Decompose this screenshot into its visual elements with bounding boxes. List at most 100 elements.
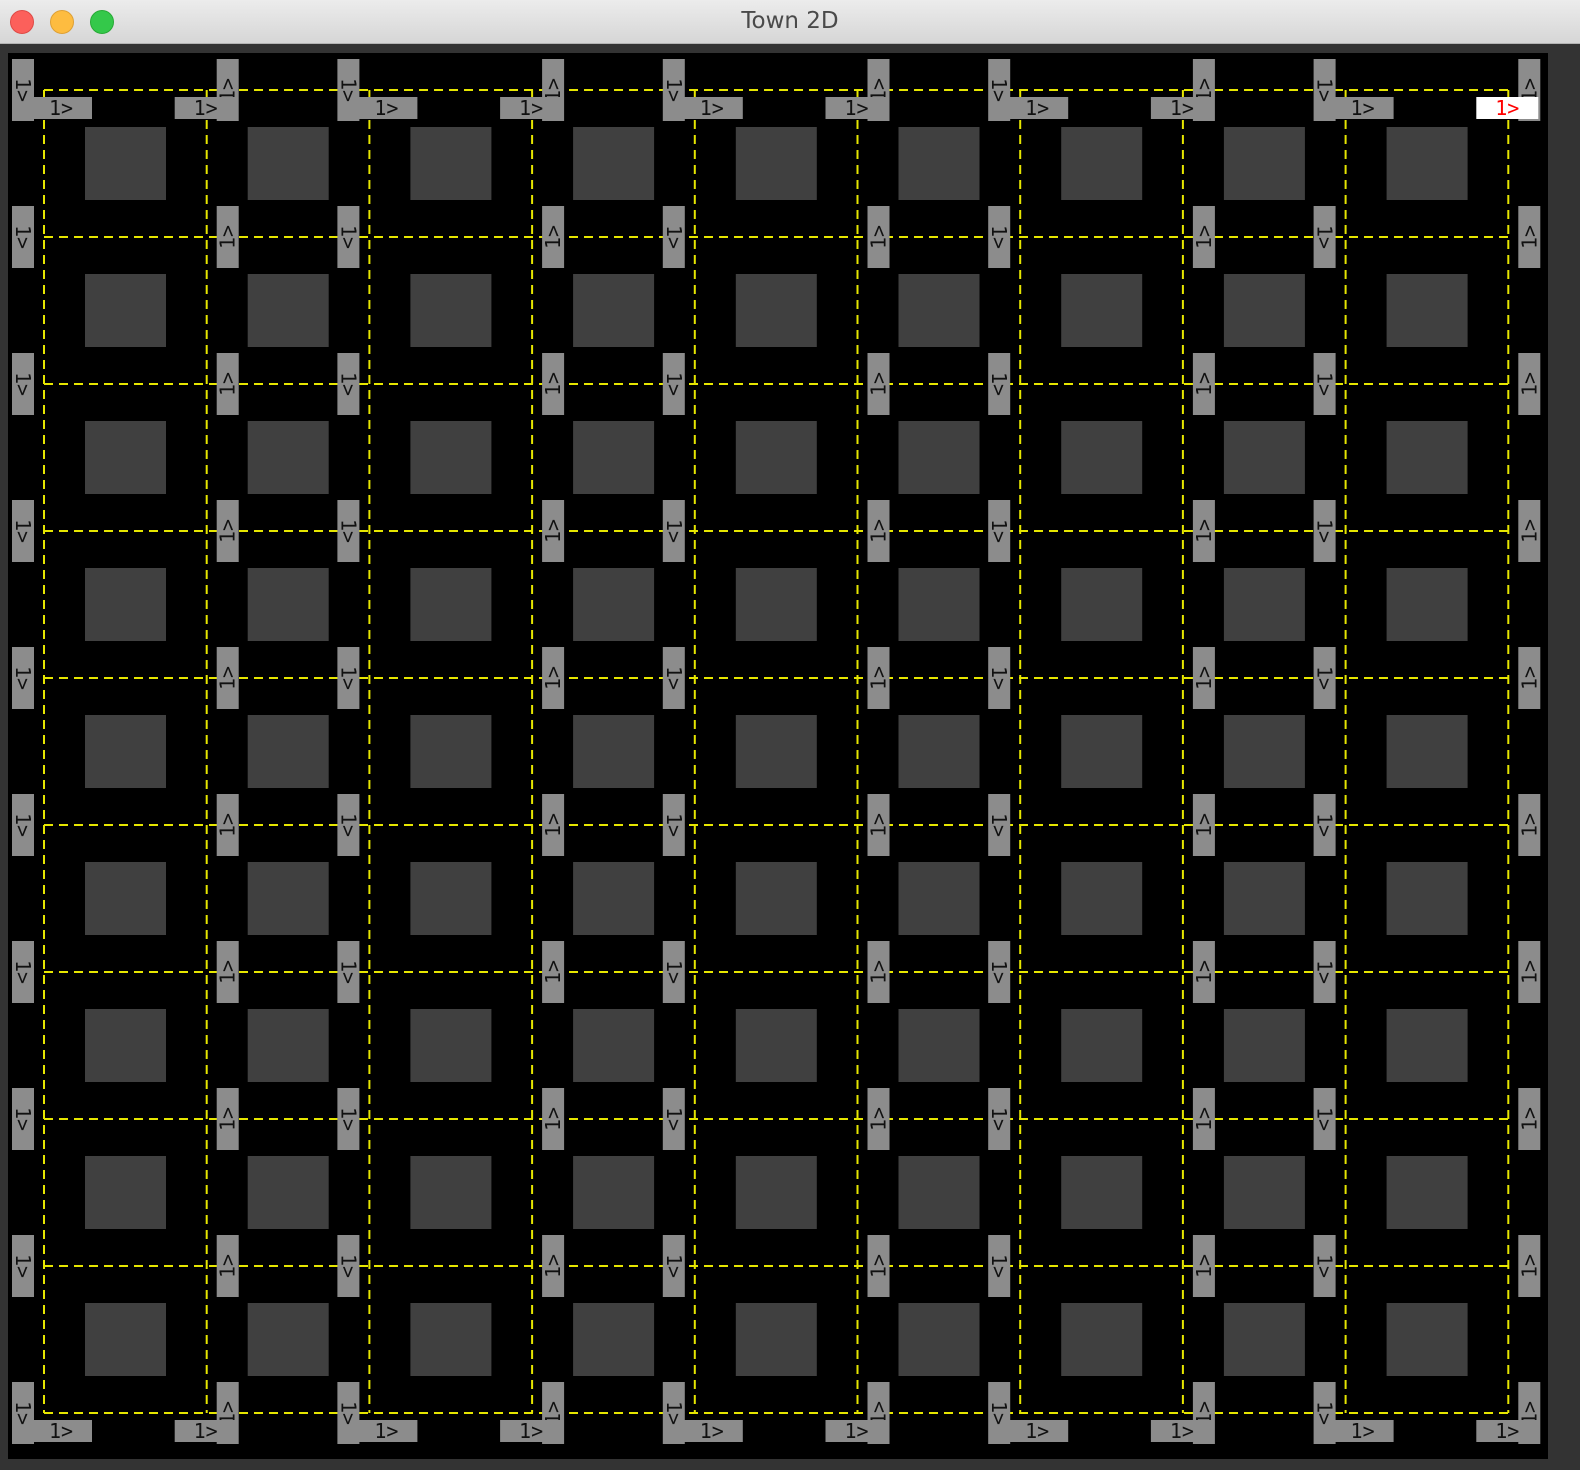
traffic-sign-bottom-8[interactable]: 1> <box>1150 1419 1213 1443</box>
traffic-sign-v-10-7[interactable]: 1> <box>1517 941 1541 1003</box>
traffic-sign-v-4-6[interactable]: 1> <box>541 794 565 856</box>
traffic-sign-v-1-4[interactable]: 1> <box>11 500 35 562</box>
traffic-sign-v-1-5[interactable]: 1> <box>11 647 35 709</box>
traffic-sign-v-10-6[interactable]: 1> <box>1517 794 1541 856</box>
traffic-sign-v-8-2[interactable]: 1> <box>1192 206 1216 268</box>
traffic-sign-top-3[interactable]: 1> <box>355 96 418 120</box>
traffic-sign-bottom-2[interactable]: 1> <box>174 1419 237 1443</box>
traffic-sign-v-8-6[interactable]: 1> <box>1192 794 1216 856</box>
traffic-sign-v-3-9[interactable]: 1> <box>336 1235 360 1297</box>
traffic-sign-v-3-3[interactable]: 1> <box>336 353 360 415</box>
traffic-sign-v-4-9[interactable]: 1> <box>541 1235 565 1297</box>
traffic-sign-v-9-5[interactable]: 1> <box>1313 647 1337 709</box>
traffic-sign-v-5-6[interactable]: 1> <box>662 794 686 856</box>
traffic-sign-v-5-8[interactable]: 1> <box>662 1088 686 1150</box>
traffic-sign-v-4-8[interactable]: 1> <box>541 1088 565 1150</box>
traffic-sign-v-10-9[interactable]: 1> <box>1517 1235 1541 1297</box>
traffic-sign-v-1-8[interactable]: 1> <box>11 1088 35 1150</box>
traffic-sign-top-1[interactable]: 1> <box>30 96 92 120</box>
traffic-sign-v-5-3[interactable]: 1> <box>662 353 686 415</box>
traffic-sign-v-3-2[interactable]: 1> <box>336 206 360 268</box>
traffic-sign-v-8-4[interactable]: 1> <box>1192 500 1216 562</box>
traffic-sign-v-6-6[interactable]: 1> <box>867 794 891 856</box>
traffic-sign-v-5-4[interactable]: 1> <box>662 500 686 562</box>
traffic-sign-v-6-7[interactable]: 1> <box>867 941 891 1003</box>
traffic-sign-v-9-4[interactable]: 1> <box>1313 500 1337 562</box>
traffic-sign-v-4-3[interactable]: 1> <box>541 353 565 415</box>
traffic-sign-v-2-6[interactable]: 1> <box>216 794 240 856</box>
traffic-sign-v-10-3[interactable]: 1> <box>1517 353 1541 415</box>
traffic-sign-v-3-8[interactable]: 1> <box>336 1088 360 1150</box>
traffic-sign-v-6-9[interactable]: 1> <box>867 1235 891 1297</box>
traffic-sign-v-6-2[interactable]: 1> <box>867 206 891 268</box>
traffic-sign-v-6-3[interactable]: 1> <box>867 353 891 415</box>
traffic-sign-v-7-6[interactable]: 1> <box>987 794 1011 856</box>
traffic-sign-bottom-5[interactable]: 1> <box>680 1419 743 1443</box>
traffic-sign-v-10-4[interactable]: 1> <box>1517 500 1541 562</box>
traffic-sign-v-3-7[interactable]: 1> <box>336 941 360 1003</box>
traffic-sign-bottom-7[interactable]: 1> <box>1006 1419 1069 1443</box>
traffic-sign-top-8[interactable]: 1> <box>1150 96 1213 120</box>
traffic-sign-v-4-7[interactable]: 1> <box>541 941 565 1003</box>
traffic-sign-v-6-5[interactable]: 1> <box>867 647 891 709</box>
traffic-sign-v-2-4[interactable]: 1> <box>216 500 240 562</box>
traffic-sign-v-8-8[interactable]: 1> <box>1192 1088 1216 1150</box>
traffic-sign-v-8-5[interactable]: 1> <box>1192 647 1216 709</box>
traffic-sign-v-3-5[interactable]: 1> <box>336 647 360 709</box>
traffic-sign-v-7-7[interactable]: 1> <box>987 941 1011 1003</box>
traffic-sign-v-8-9[interactable]: 1> <box>1192 1235 1216 1297</box>
traffic-sign-v-5-9[interactable]: 1> <box>662 1235 686 1297</box>
traffic-sign-v-2-2[interactable]: 1> <box>216 206 240 268</box>
traffic-sign-v-2-7[interactable]: 1> <box>216 941 240 1003</box>
traffic-sign-bottom-9[interactable]: 1> <box>1331 1419 1394 1443</box>
traffic-sign-v-7-4[interactable]: 1> <box>987 500 1011 562</box>
traffic-sign-v-7-3[interactable]: 1> <box>987 353 1011 415</box>
traffic-sign-v-1-6[interactable]: 1> <box>11 794 35 856</box>
traffic-sign-v-10-2[interactable]: 1> <box>1517 206 1541 268</box>
traffic-sign-bottom-1[interactable]: 1> <box>30 1419 92 1443</box>
traffic-sign-top-7[interactable]: 1> <box>1006 96 1069 120</box>
traffic-sign-v-1-2[interactable]: 1> <box>11 206 35 268</box>
traffic-sign-v-9-8[interactable]: 1> <box>1313 1088 1337 1150</box>
traffic-sign-bottom-3[interactable]: 1> <box>355 1419 418 1443</box>
traffic-sign-v-2-8[interactable]: 1> <box>216 1088 240 1150</box>
traffic-sign-bottom-4[interactable]: 1> <box>500 1419 563 1443</box>
traffic-sign-v-4-5[interactable]: 1> <box>541 647 565 709</box>
traffic-sign-v-6-8[interactable]: 1> <box>867 1088 891 1150</box>
traffic-sign-top-6[interactable]: 1> <box>825 96 888 120</box>
traffic-sign-v-1-7[interactable]: 1> <box>11 941 35 1003</box>
traffic-sign-v-5-5[interactable]: 1> <box>662 647 686 709</box>
traffic-sign-v-3-4[interactable]: 1> <box>336 500 360 562</box>
traffic-sign-v-1-3[interactable]: 1> <box>11 353 35 415</box>
traffic-sign-v-10-5[interactable]: 1> <box>1517 647 1541 709</box>
traffic-sign-v-7-8[interactable]: 1> <box>987 1088 1011 1150</box>
traffic-sign-v-1-9[interactable]: 1> <box>11 1235 35 1297</box>
traffic-sign-top-5[interactable]: 1> <box>680 96 743 120</box>
traffic-sign-v-8-7[interactable]: 1> <box>1192 941 1216 1003</box>
traffic-sign-v-5-7[interactable]: 1> <box>662 941 686 1003</box>
traffic-sign-v-7-2[interactable]: 1> <box>987 206 1011 268</box>
traffic-sign-v-4-4[interactable]: 1> <box>541 500 565 562</box>
traffic-sign-bottom-10[interactable]: 1> <box>1476 1419 1539 1443</box>
traffic-sign-top-10[interactable]: 1> <box>1476 96 1539 120</box>
traffic-sign-v-2-9[interactable]: 1> <box>216 1235 240 1297</box>
traffic-sign-v-2-3[interactable]: 1> <box>216 353 240 415</box>
traffic-sign-top-4[interactable]: 1> <box>500 96 563 120</box>
traffic-sign-v-8-3[interactable]: 1> <box>1192 353 1216 415</box>
town-map[interactable]: 1> 1> 1> 1> 1> 1> 1> 1> 1> 1> 1> 1> 1> 1> 1> 1> 1> 1> 1> 1>… <box>8 53 1548 1459</box>
traffic-sign-top-9[interactable]: 1> <box>1331 96 1394 120</box>
traffic-sign-v-10-8[interactable]: 1> <box>1517 1088 1541 1150</box>
traffic-sign-top-2[interactable]: 1> <box>174 96 237 120</box>
traffic-sign-v-3-6[interactable]: 1> <box>336 794 360 856</box>
traffic-sign-v-7-5[interactable]: 1> <box>987 647 1011 709</box>
traffic-sign-v-5-2[interactable]: 1> <box>662 206 686 268</box>
traffic-sign-v-7-9[interactable]: 1> <box>987 1235 1011 1297</box>
traffic-sign-v-6-4[interactable]: 1> <box>867 500 891 562</box>
traffic-sign-v-9-3[interactable]: 1> <box>1313 353 1337 415</box>
traffic-sign-bottom-6[interactable]: 1> <box>825 1419 888 1443</box>
traffic-sign-v-9-6[interactable]: 1> <box>1313 794 1337 856</box>
traffic-sign-v-2-5[interactable]: 1> <box>216 647 240 709</box>
traffic-sign-v-9-9[interactable]: 1> <box>1313 1235 1337 1297</box>
traffic-sign-v-9-2[interactable]: 1> <box>1313 206 1337 268</box>
traffic-sign-v-9-7[interactable]: 1> <box>1313 941 1337 1003</box>
